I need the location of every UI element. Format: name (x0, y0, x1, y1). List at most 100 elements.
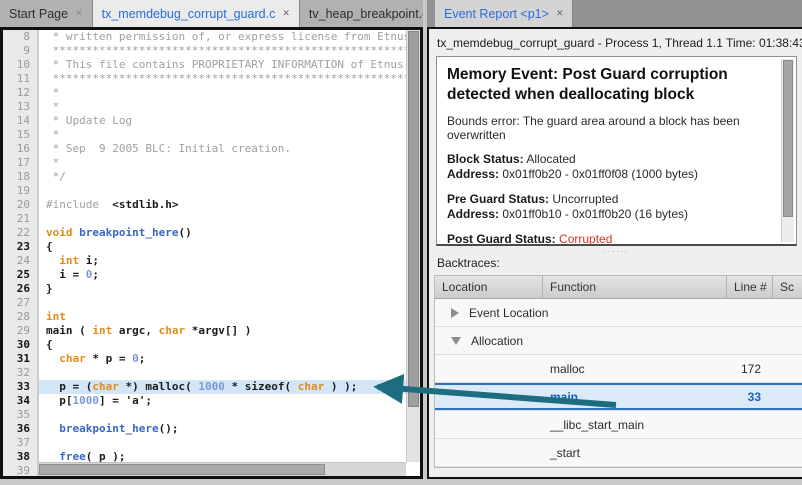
line-number[interactable]: 8 (3, 30, 37, 44)
code-line: char * p = 0; (39, 352, 406, 366)
code-token: 1000 (73, 394, 100, 407)
line-number[interactable]: 28 (3, 310, 37, 324)
code-line (39, 408, 406, 422)
backtraces-label: Backtraces: (429, 255, 802, 275)
code-token (46, 254, 59, 267)
close-icon[interactable]: ✕ (75, 9, 83, 18)
line-number[interactable]: 22 (3, 226, 37, 240)
line-number[interactable]: 26 (3, 282, 37, 296)
line-number[interactable]: 39 (3, 464, 37, 476)
backtrace-row[interactable]: __libc_start_main (435, 411, 802, 439)
column-header-function[interactable]: Function (543, 276, 727, 298)
code-token: breakpoint_here (79, 226, 178, 239)
field-label: Block Status: (447, 152, 524, 166)
function-cell: malloc (543, 362, 727, 376)
line-number[interactable]: 19 (3, 184, 37, 198)
line-number[interactable]: 37 (3, 436, 37, 450)
line-number[interactable]: 13 (3, 100, 37, 114)
code-token (46, 422, 59, 435)
event-report-content: tx_memdebug_corrupt_guard - Process 1, T… (427, 27, 802, 479)
code-line: { (39, 240, 406, 254)
line-number[interactable]: 38 (3, 450, 37, 464)
code-token: main ( (46, 324, 92, 337)
line-number[interactable]: 15 (3, 128, 37, 142)
code-line (39, 184, 406, 198)
line-number[interactable]: 36 (3, 422, 37, 436)
code-token: int (46, 310, 66, 323)
column-header-location[interactable]: Location (435, 276, 543, 298)
backtrace-row[interactable]: _start (435, 439, 802, 467)
memory-box-scrollbar[interactable] (781, 59, 794, 242)
line-number[interactable]: 31 (3, 352, 37, 366)
line-number[interactable]: 35 (3, 408, 37, 422)
code-token (46, 352, 59, 365)
splitter-handle[interactable]: ...... (429, 246, 802, 255)
close-icon[interactable]: ✕ (556, 9, 564, 18)
line-number[interactable]: 21 (3, 212, 37, 226)
line-number[interactable]: 11 (3, 72, 37, 86)
backtrace-group-row[interactable]: Allocation (435, 327, 802, 355)
column-header-sc[interactable]: Sc (773, 276, 802, 298)
line-number[interactable]: 30 (3, 338, 37, 352)
tab-tx-memdebug-corrupt-guard-c[interactable]: tx_memdebug_corrupt_guard.c✕ (93, 0, 300, 27)
collapse-icon[interactable] (451, 337, 461, 345)
tab-start-page[interactable]: Start Page ✕ (0, 0, 93, 27)
code-line: ****************************************… (39, 44, 406, 58)
code-line: main ( int argc, char *argv[] ) (39, 324, 406, 338)
code-token: ( p ); (86, 450, 126, 462)
code-line (39, 366, 406, 380)
code-line: * (39, 100, 406, 114)
line-number[interactable]: 17 (3, 156, 37, 170)
line-number[interactable]: 25 (3, 268, 37, 282)
line-number[interactable]: 9 (3, 44, 37, 58)
code-line: int i; (39, 254, 406, 268)
tab-event-report[interactable]: Event Report <p1> ✕ (435, 0, 573, 27)
event-report-pane: Event Report <p1> ✕ tx_memdebug_corrupt_… (427, 0, 802, 479)
code-line: * Sep 9 2005 BLC: Initial creation. (39, 142, 406, 156)
line-number[interactable]: 20 (3, 198, 37, 212)
line-number[interactable]: 23 (3, 240, 37, 254)
line-number[interactable]: 18 (3, 170, 37, 184)
code-token: */ (46, 170, 66, 183)
expand-icon[interactable] (451, 308, 459, 318)
code-line: * This file contains PROPRIETARY INFORMA… (39, 58, 406, 72)
code-token: #include (46, 198, 99, 211)
column-header-line-[interactable]: Line # (727, 276, 773, 298)
line-number[interactable]: 34 (3, 394, 37, 408)
code-line: i = 0; (39, 268, 406, 282)
process-thread-status: tx_memdebug_corrupt_guard - Process 1, T… (429, 29, 802, 55)
field-label: Post Guard Status: (447, 232, 556, 246)
editor-horizontal-scrollbar[interactable] (39, 462, 406, 476)
horizontal-scrollbar-thumb[interactable] (39, 464, 325, 475)
code-token: *argv[] ) (185, 324, 251, 337)
backtrace-group-row[interactable]: Event Location (435, 299, 802, 327)
line-number[interactable]: 12 (3, 86, 37, 100)
backtrace-row-selected[interactable]: main33 (435, 383, 802, 411)
line-number[interactable]: 24 (3, 254, 37, 268)
line-number[interactable]: 14 (3, 114, 37, 128)
line-number[interactable]: 29 (3, 324, 37, 338)
editor-vertical-scrollbar[interactable] (406, 30, 420, 462)
source-editor-frame: 8910111213141516171819202122232425262728… (0, 27, 423, 479)
line-number[interactable]: 32 (3, 366, 37, 380)
source-editor-pane: Start Page✕tx_memdebug_corrupt_guard.c✕t… (0, 0, 423, 479)
line-number-cell: 172 (727, 362, 773, 376)
code-token: { (46, 240, 53, 253)
backtrace-row[interactable]: malloc172 (435, 355, 802, 383)
code-token: ****************************************… (46, 72, 406, 85)
close-icon[interactable]: ✕ (282, 9, 290, 18)
memory-box-scrollbar-thumb[interactable] (783, 60, 793, 217)
highlighted-code-line: p = (char *) malloc( 1000 * sizeof( char… (39, 380, 406, 394)
group-cell: Allocation (435, 334, 802, 348)
code-token: * (46, 156, 59, 169)
backtrace-table-body: Event LocationAllocationmalloc172main33_… (435, 299, 802, 467)
code-token: * Sep 9 2005 BLC: Initial creation. (46, 142, 291, 155)
tab-label: Start Page (9, 7, 68, 21)
line-number[interactable]: 33 (3, 380, 37, 394)
line-number[interactable]: 16 (3, 142, 37, 156)
code-line: void breakpoint_here() (39, 226, 406, 240)
tab-tv-heap-breakpoint-c[interactable]: tv_heap_breakpoint.c✕ (300, 0, 423, 27)
line-number[interactable]: 27 (3, 296, 37, 310)
line-number[interactable]: 10 (3, 58, 37, 72)
vertical-scrollbar-thumb[interactable] (408, 31, 419, 407)
